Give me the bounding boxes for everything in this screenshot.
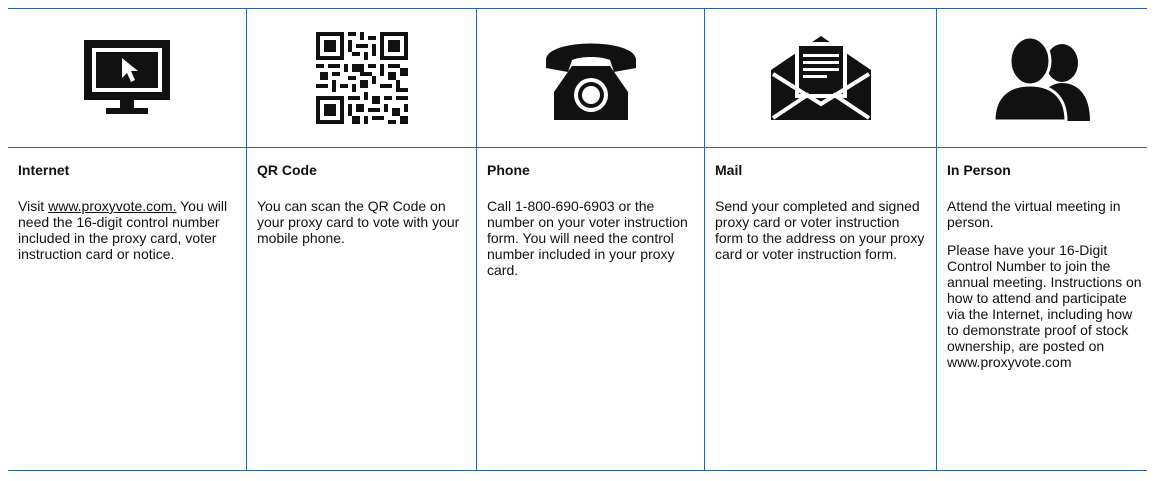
method-title: Mail	[715, 162, 743, 178]
description-text: You can scan the QR Code on your proxy c…	[257, 198, 460, 246]
icon-cell	[247, 9, 476, 148]
method-title: Internet	[18, 162, 70, 178]
method-phone: Phone Call 1-800-690-6903 or the number …	[476, 9, 704, 470]
method-in-person: In Person Attend the virtual meeting in …	[936, 9, 1147, 470]
method-description: You can scan the QR Code on your proxy c…	[257, 198, 469, 258]
method-internet: Internet Visit www.proxyvote.com. You wi…	[8, 9, 246, 470]
method-title: Phone	[487, 162, 530, 178]
icon-cell	[937, 9, 1147, 148]
description-text: Send your completed and signed proxy car…	[715, 198, 925, 262]
description-prefix: Visit	[18, 198, 49, 214]
method-title: QR Code	[257, 162, 317, 178]
method-mail: Mail Send your completed and signed prox…	[704, 9, 936, 470]
description-text-2: Please have your 16-Digit Control Number…	[947, 242, 1142, 370]
method-description: Send your completed and signed proxy car…	[715, 198, 927, 274]
proxyvote-link[interactable]: www.proxyvote.com.	[48, 198, 176, 214]
description-text: Call 1-800-690-6903 or the number on you…	[487, 198, 688, 278]
method-description: Visit www.proxyvote.com. You will need t…	[18, 198, 236, 274]
telephone-icon	[545, 43, 636, 120]
method-qr-code: QR Code You can scan the QR Code on your…	[246, 9, 476, 470]
voting-methods-table: Internet Visit www.proxyvote.com. You wi…	[8, 8, 1147, 471]
qr-code-icon	[315, 32, 408, 124]
method-title: In Person	[947, 162, 1011, 178]
icon-cell	[477, 9, 704, 148]
description-text: Attend the virtual meeting in person.	[947, 198, 1121, 230]
method-description: Attend the virtual meeting in person. Pl…	[947, 198, 1145, 382]
computer-monitor-icon	[84, 40, 170, 114]
envelope-icon	[770, 36, 871, 120]
icon-cell	[705, 9, 936, 148]
icon-cell	[8, 9, 246, 148]
people-icon	[992, 35, 1090, 123]
method-description: Call 1-800-690-6903 or the number on you…	[487, 198, 699, 290]
